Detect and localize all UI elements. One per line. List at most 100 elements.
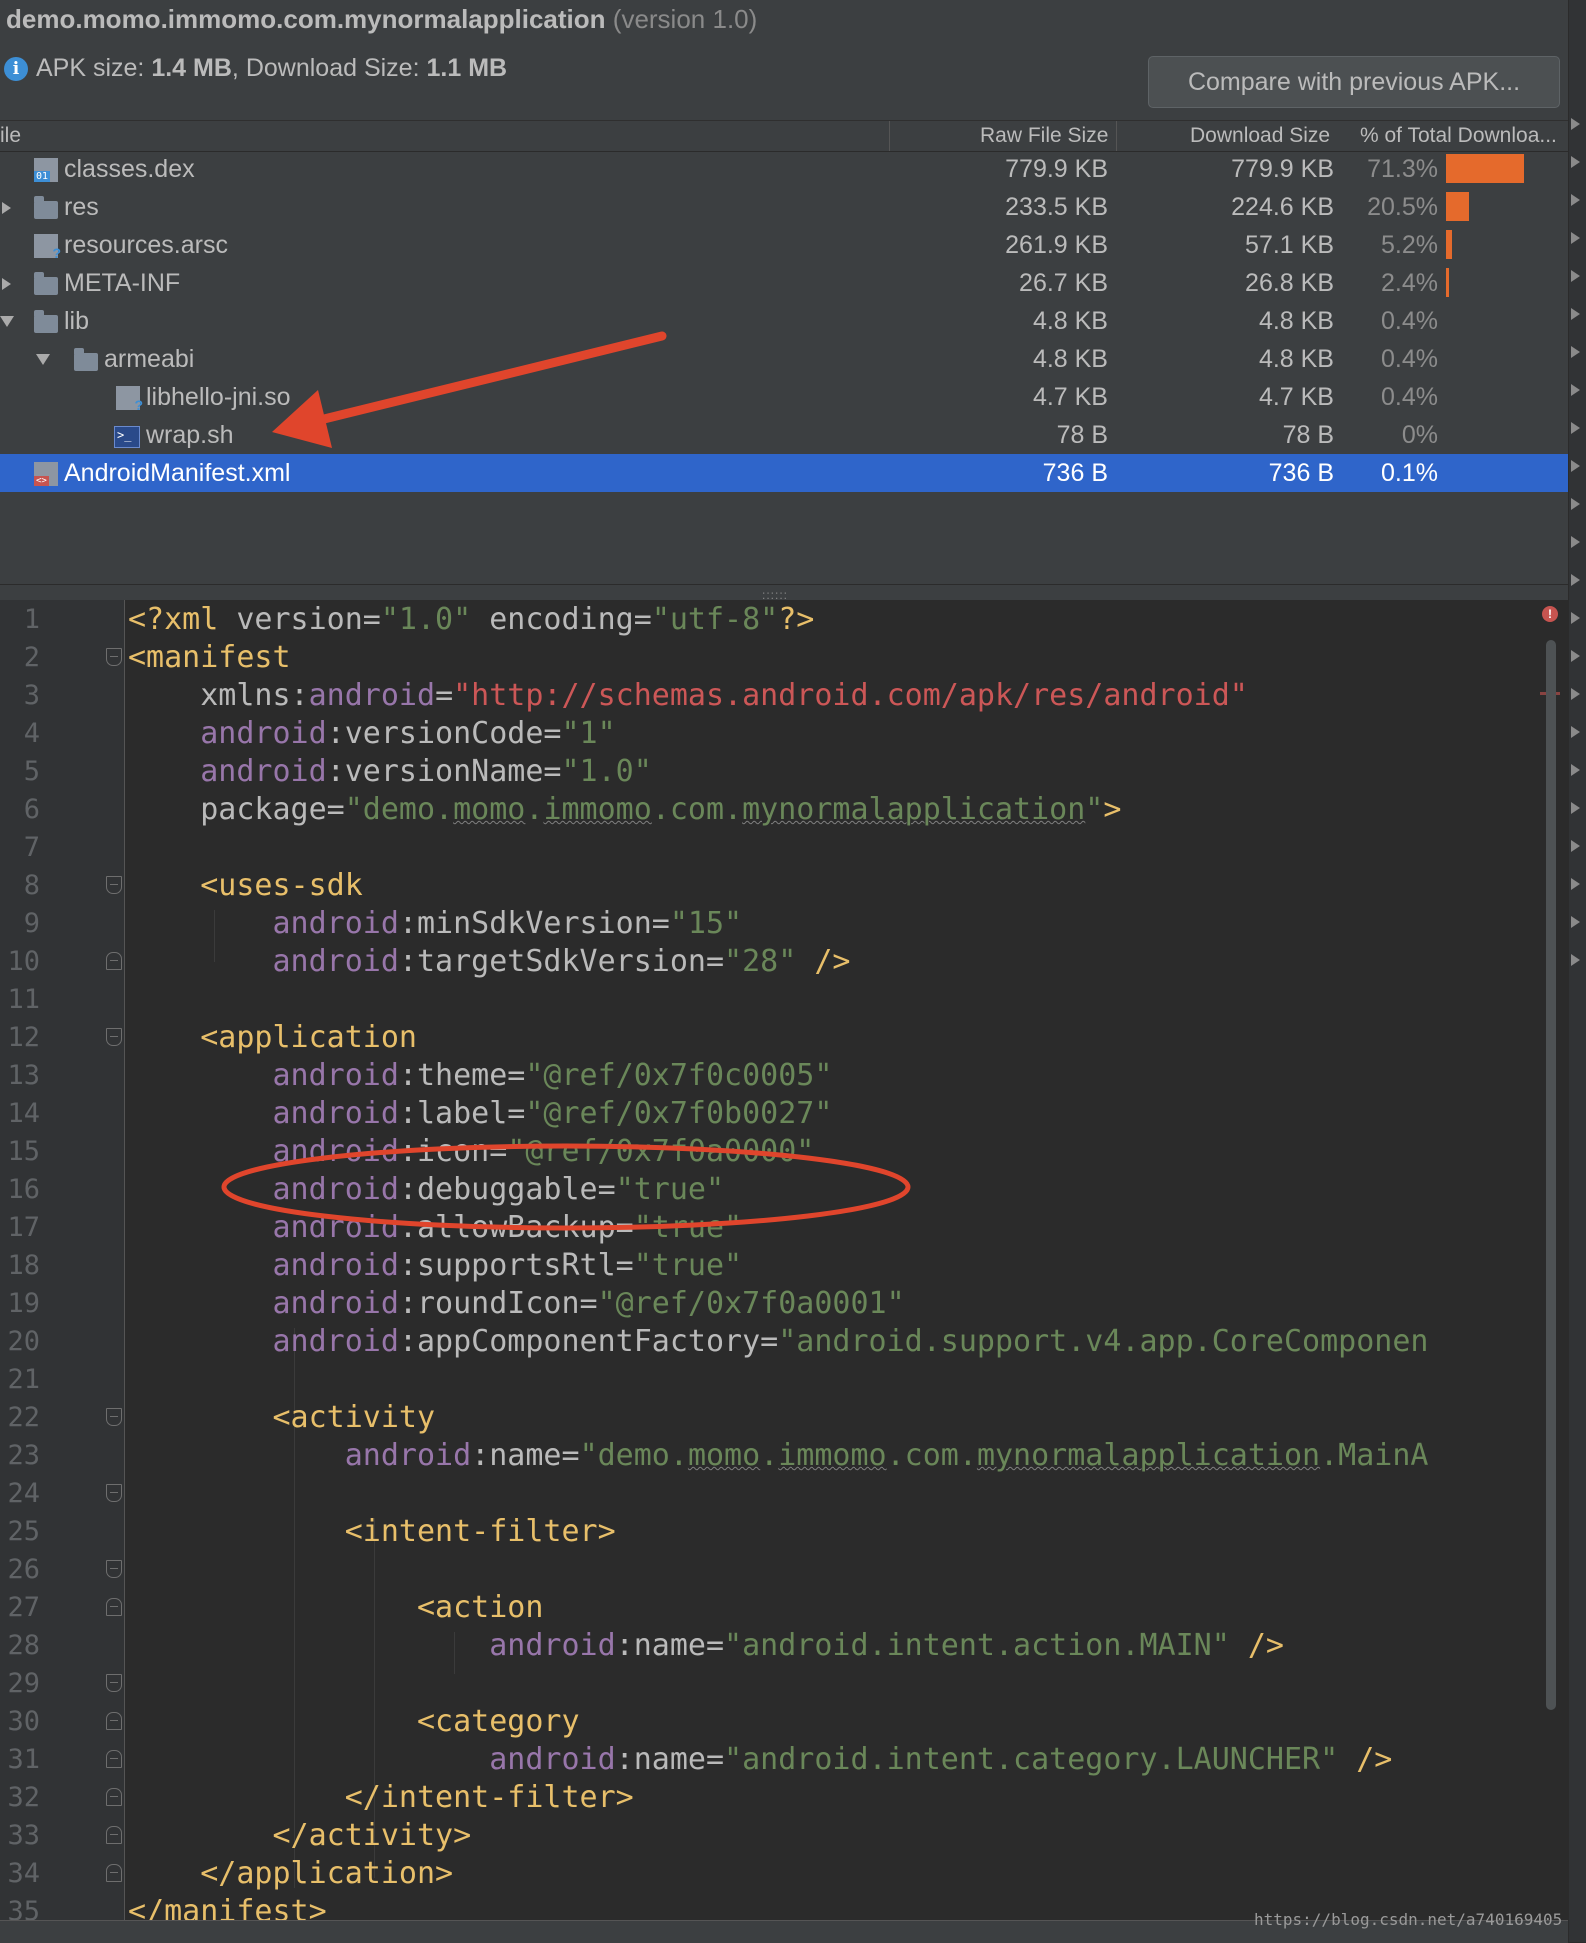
line-number: 14 [7, 1098, 40, 1129]
rail-arrow-icon[interactable] [1571, 232, 1580, 244]
code-line[interactable]: android:roundIcon="@ref/0x7f0a0001" [128, 1286, 905, 1321]
column-download-size[interactable]: Download Size [1190, 124, 1330, 148]
code-line[interactable]: android:appComponentFactory="android.sup… [128, 1324, 1429, 1359]
row-percent: 0.4% [1381, 307, 1438, 335]
rail-arrow-icon[interactable] [1571, 118, 1580, 130]
row-name: armeabi [104, 345, 195, 373]
manifest-editor[interactable]: 1 2 3 4 5 6 7 8 9 10 11 12 13 14 15 16 17 18 19 20 21 22 23 24 2… [0, 600, 1568, 1929]
column-raw-size[interactable]: Raw File Size [980, 124, 1108, 148]
rail-arrow-icon[interactable] [1571, 688, 1580, 700]
row-percent: 20.5% [1367, 193, 1438, 221]
compare-apk-button[interactable]: Compare with previous APK... [1148, 56, 1560, 108]
table-row[interactable]: resources.arsc 261.9 KB 57.1 KB 5.2% [0, 226, 1568, 264]
code-line[interactable]: </intent-filter> [128, 1780, 634, 1815]
collapse-arrow-icon[interactable] [36, 354, 50, 365]
expand-arrow-icon[interactable] [2, 278, 11, 290]
fold-icon[interactable] [106, 1408, 122, 1426]
fold-icon[interactable] [106, 952, 122, 970]
table-row[interactable]: armeabi 4.8 KB 4.8 KB 0.4% [0, 340, 1568, 378]
rail-arrow-icon[interactable] [1571, 384, 1580, 396]
rail-arrow-icon[interactable] [1571, 536, 1580, 548]
rail-arrow-icon[interactable] [1571, 308, 1580, 320]
rail-arrow-icon[interactable] [1571, 840, 1580, 852]
line-number: 8 [23, 870, 40, 901]
code-line[interactable]: </application> [128, 1856, 453, 1891]
code-line[interactable]: android:name="android.intent.category.LA… [128, 1742, 1392, 1777]
row-percent: 2.4% [1381, 269, 1438, 297]
fold-icon[interactable] [106, 1788, 122, 1806]
fold-icon[interactable] [106, 1484, 122, 1502]
code-line[interactable]: <application [128, 1020, 417, 1055]
rail-arrow-icon[interactable] [1571, 764, 1580, 776]
rail-arrow-icon[interactable] [1571, 612, 1580, 624]
code-line[interactable]: </activity> [128, 1818, 472, 1853]
code-line[interactable]: android:name="demo.momo.immomo.com.mynor… [128, 1438, 1429, 1473]
line-number: 20 [7, 1326, 40, 1357]
rail-arrow-icon[interactable] [1571, 498, 1580, 510]
rail-arrow-icon[interactable] [1571, 954, 1580, 966]
rail-arrow-icon[interactable] [1571, 194, 1580, 206]
rail-arrow-icon[interactable] [1571, 726, 1580, 738]
code-line[interactable]: <category [128, 1704, 580, 1739]
column-separator[interactable] [889, 121, 890, 151]
code-line-debuggable[interactable]: android:debuggable="true" [128, 1172, 725, 1207]
rail-arrow-icon[interactable] [1571, 422, 1580, 434]
line-number: 34 [7, 1858, 40, 1889]
code-line[interactable]: android:allowBackup="true" [128, 1210, 743, 1245]
code-line[interactable]: android:supportsRtl="true" [128, 1248, 743, 1283]
code-line[interactable]: <action [128, 1590, 543, 1625]
table-row[interactable]: META-INF 26.7 KB 26.8 KB 2.4% [0, 264, 1568, 302]
dex-file-icon [34, 157, 58, 182]
code-line[interactable]: <activity [128, 1400, 436, 1435]
size-bar [1446, 192, 1469, 221]
fold-icon[interactable] [106, 1560, 122, 1578]
table-row[interactable]: lib 4.8 KB 4.8 KB 0.4% [0, 302, 1568, 340]
table-row[interactable]: classes.dex 779.9 KB 779.9 KB 71.3% [0, 150, 1568, 188]
column-file[interactable]: ile [0, 124, 21, 148]
rail-arrow-icon[interactable] [1571, 270, 1580, 282]
code-line[interactable]: <?xml version="1.0" encoding="utf-8"?> [128, 602, 814, 637]
fold-icon[interactable] [106, 1750, 122, 1768]
code-line[interactable]: android:theme="@ref/0x7f0c0005" [128, 1058, 833, 1093]
fold-icon[interactable] [106, 648, 122, 666]
fold-icon[interactable] [106, 1864, 122, 1882]
table-row[interactable]: libhello-jni.so 4.7 KB 4.7 KB 0.4% [0, 378, 1568, 416]
code-line[interactable]: <manifest [128, 640, 291, 675]
rail-arrow-icon[interactable] [1571, 802, 1580, 814]
table-row-selected[interactable]: AndroidManifest.xml 736 B 736 B 0.1% [0, 454, 1568, 492]
code-line[interactable]: <intent-filter> [128, 1514, 616, 1549]
fold-icon[interactable] [106, 1598, 122, 1616]
collapse-arrow-icon[interactable] [0, 316, 14, 327]
fold-icon[interactable] [106, 1712, 122, 1730]
column-separator[interactable] [1116, 121, 1117, 151]
error-indicator-icon[interactable]: ! [1542, 606, 1558, 622]
code-line[interactable]: package="demo.momo.immomo.com.mynormalap… [128, 792, 1121, 827]
rail-arrow-icon[interactable] [1571, 916, 1580, 928]
fold-icon[interactable] [106, 1028, 122, 1046]
table-row[interactable]: res 233.5 KB 224.6 KB 20.5% [0, 188, 1568, 226]
rail-arrow-icon[interactable] [1571, 156, 1580, 168]
line-number: 11 [7, 984, 40, 1015]
vertical-scrollbar[interactable] [1546, 640, 1556, 1710]
rail-arrow-icon[interactable] [1571, 346, 1580, 358]
fold-icon[interactable] [106, 1826, 122, 1844]
rail-arrow-icon[interactable] [1571, 574, 1580, 586]
column-percent[interactable]: % of Total Downloa... [1360, 124, 1557, 148]
shell-script-icon [114, 425, 140, 448]
code-line[interactable]: android:versionCode="1" [128, 716, 615, 751]
code-line[interactable]: xmlns:android="http://schemas.android.co… [128, 678, 1248, 713]
code-line[interactable]: android:minSdkVersion="15" [128, 906, 743, 941]
code-line[interactable]: android:targetSdkVersion="28" /> [128, 944, 851, 979]
fold-icon[interactable] [106, 876, 122, 894]
fold-icon[interactable] [106, 1674, 122, 1692]
code-line[interactable]: android:icon="@ref/0x7f0a0000" [128, 1134, 815, 1169]
code-line[interactable]: <uses-sdk [128, 868, 363, 903]
expand-arrow-icon[interactable] [2, 202, 11, 214]
code-line[interactable]: android:label="@ref/0x7f0b0027" [128, 1096, 833, 1131]
rail-arrow-icon[interactable] [1571, 460, 1580, 472]
code-line[interactable]: android:versionName="1.0" [128, 754, 652, 789]
rail-arrow-icon[interactable] [1571, 650, 1580, 662]
table-row[interactable]: wrap.sh 78 B 78 B 0% [0, 416, 1568, 454]
code-line[interactable]: android:name="android.intent.action.MAIN… [128, 1628, 1284, 1663]
rail-arrow-icon[interactable] [1571, 878, 1580, 890]
